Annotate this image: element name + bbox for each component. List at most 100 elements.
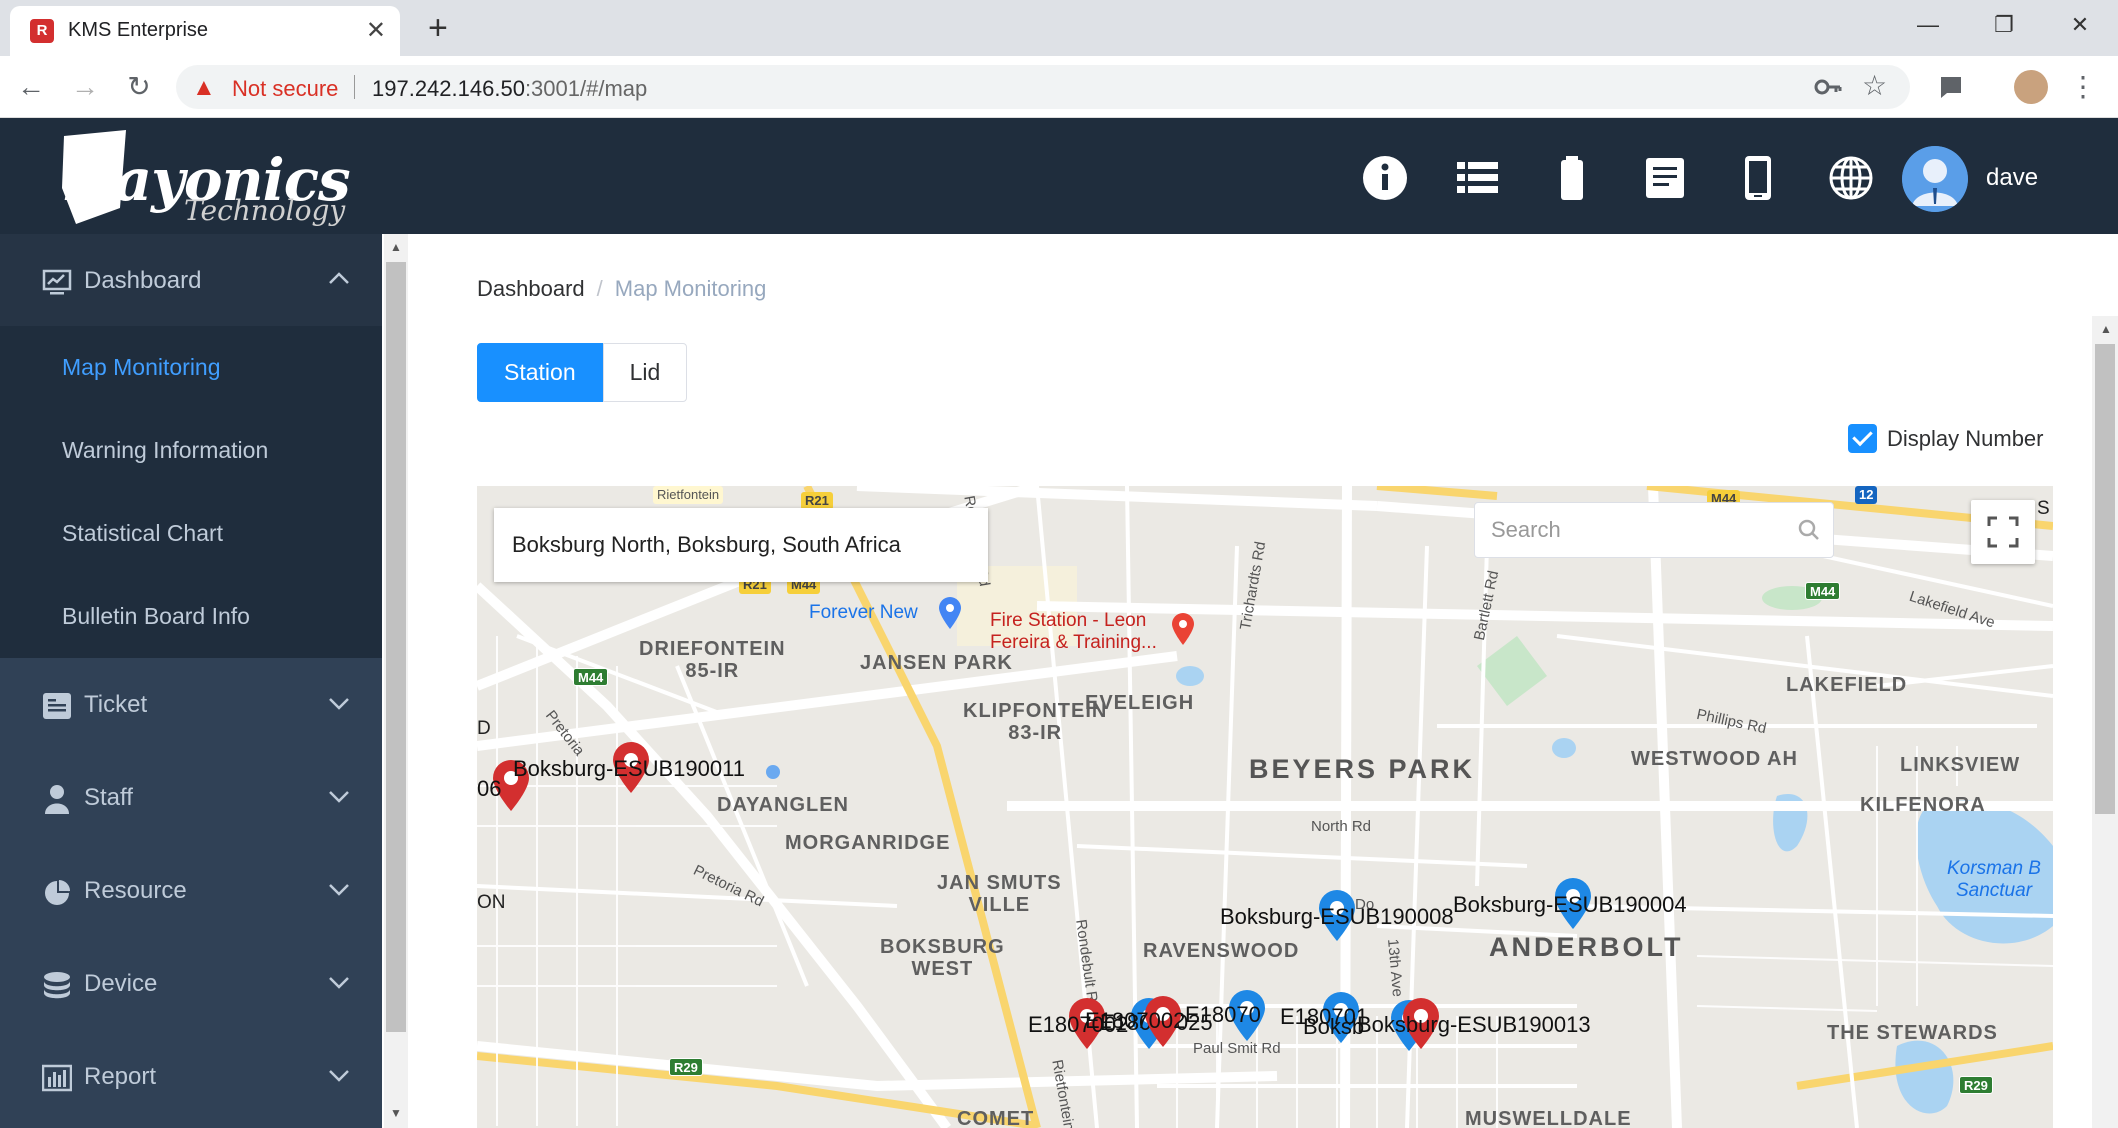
map-label-linksview: LINKSVIEW	[1900, 754, 2021, 776]
warning-icon: ▲	[192, 74, 216, 101]
url-text[interactable]: 197.242.146.50:3001/#/map	[372, 76, 647, 102]
search-box[interactable]	[1474, 502, 1834, 558]
user-avatar[interactable]	[1902, 146, 1968, 212]
logo[interactable]: Rayonics Technology	[58, 128, 358, 228]
display-number-checkbox[interactable]	[1848, 424, 1877, 453]
menu-label-report: Report	[84, 1063, 157, 1090]
chevron-down-icon	[326, 876, 352, 902]
sidebar-item-map-monitoring[interactable]: Map Monitoring	[0, 326, 382, 409]
user-name[interactable]: dave	[1986, 164, 2038, 192]
mobile-icon[interactable]	[1734, 154, 1782, 202]
address-bar[interactable]: ▲ Not secure 197.242.146.50:3001/#/map ☆	[176, 65, 1910, 109]
dashboard-icon	[42, 267, 72, 297]
favicon-icon: R	[30, 19, 54, 43]
main-scroll-thumb[interactable]	[2095, 344, 2115, 814]
menu-dots-icon[interactable]: ⋮	[2066, 70, 2100, 104]
sidebar-menu-resource[interactable]: Resource	[0, 844, 382, 936]
window-close-icon[interactable]: ✕	[2050, 8, 2110, 42]
search-icon[interactable]	[1797, 518, 1821, 542]
chevron-down-icon	[326, 690, 352, 716]
back-icon[interactable]: ←	[14, 70, 48, 104]
menu-label-dashboard: Dashboard	[84, 267, 202, 294]
sidebar-menu-report[interactable]: Report	[0, 1030, 382, 1122]
menu-label-device: Device	[84, 970, 158, 997]
map-label-rietfontein: Rietfontein	[653, 486, 724, 504]
restore-icon[interactable]: ❐	[1974, 8, 2034, 42]
map-label-lakefield: LAKEFIELD	[1786, 674, 1908, 696]
menu-label-ticket: Ticket	[84, 691, 148, 718]
battery-icon[interactable]	[1548, 154, 1596, 202]
document-icon[interactable]	[1641, 154, 1689, 202]
breadcrumb-home[interactable]: Dashboard	[477, 276, 585, 301]
logo-subtext: Technology	[184, 194, 346, 227]
staff-icon	[42, 784, 72, 814]
scroll-up-icon[interactable]: ▲	[2100, 322, 2112, 336]
route-shield: R29	[1959, 1076, 1993, 1094]
forward-icon[interactable]: →	[68, 70, 102, 104]
list-icon[interactable]	[1454, 154, 1502, 202]
poi-fire-station[interactable]: Fire Station - Leon Fereira & Training..…	[990, 610, 1157, 654]
breadcrumb-separator: /	[596, 276, 603, 301]
new-tab-icon[interactable]: +	[428, 10, 448, 46]
map-label-driefontein: DRIEFONTEIN 85-IR	[639, 638, 786, 682]
map-label-morganridge: MORGANRIDGE	[785, 832, 951, 854]
marker-label: Boksburg-ESUB190008	[1220, 904, 1454, 929]
main-scrollbar[interactable]: ▲	[2092, 316, 2118, 1128]
scroll-up-icon[interactable]: ▲	[390, 240, 402, 254]
shopping-pin-icon[interactable]	[937, 596, 963, 630]
sidebar-item-warning-information[interactable]: Warning Information	[0, 409, 382, 492]
sidebar-menu-staff[interactable]: Staff	[0, 751, 382, 843]
star-icon[interactable]: ☆	[1862, 69, 1887, 102]
chevron-down-icon	[326, 969, 352, 995]
browser-tabbar: R KMS Enterprise ✕ + — ❐ ✕	[0, 0, 2118, 56]
key-icon[interactable]	[1814, 73, 1842, 108]
breadcrumb-current: Map Monitoring	[614, 276, 767, 301]
marker-label: Boksburg-ESUB190004	[1453, 892, 1687, 917]
poi-forever-new[interactable]: Forever New	[809, 602, 918, 624]
browser-tab[interactable]: R KMS Enterprise ✕	[10, 6, 400, 56]
marker-label: E18070	[1185, 1002, 1261, 1027]
bar-chart-icon	[41, 1063, 73, 1093]
route-shield: 12	[1855, 486, 1878, 504]
map-label-kilfenora: KILFENORA	[1860, 794, 1986, 816]
chevron-down-icon	[326, 783, 352, 809]
breadcrumb: Dashboard / Map Monitoring	[477, 276, 766, 302]
sidebar-scroll-thumb[interactable]	[386, 262, 406, 1032]
fire-station-pin-icon[interactable]	[1170, 612, 1196, 646]
marker-label: E1807002	[1085, 1008, 1186, 1033]
sidebar-menu-device[interactable]: Device	[0, 937, 382, 1029]
location-text: Boksburg North, Boksburg, South Africa	[512, 532, 901, 557]
profile-avatar[interactable]	[2014, 70, 2048, 104]
app-header: Rayonics Technology dave	[0, 118, 2118, 234]
sidebar-menu-ticket[interactable]: Ticket	[0, 658, 382, 750]
menu-label-staff: Staff	[84, 784, 133, 811]
minimize-icon[interactable]: —	[1898, 8, 1958, 42]
sidebar-item-label: Map Monitoring	[62, 354, 221, 380]
search-input[interactable]	[1491, 515, 1781, 545]
marker-label: 06	[477, 776, 502, 801]
map-label-edge-on: ON	[477, 892, 506, 913]
map[interactable]: DRIEFONTEIN 85-IR JANSEN PARK KLIPFONTEI…	[477, 486, 2053, 1128]
info-icon[interactable]	[1361, 154, 1409, 202]
sidebar-menu-dashboard[interactable]: Dashboard	[0, 234, 382, 326]
map-label-edge-d: D	[477, 718, 491, 739]
scroll-down-icon[interactable]: ▼	[390, 1106, 402, 1120]
fullscreen-button[interactable]	[1971, 500, 2035, 564]
sidebar-item-statistical-chart[interactable]: Statistical Chart	[0, 492, 382, 575]
tab-close-icon[interactable]: ✕	[366, 16, 386, 46]
map-label-beyers-park: BEYERS PARK	[1249, 754, 1476, 784]
tab-station[interactable]: Station	[477, 343, 603, 402]
reload-icon[interactable]: ↻	[122, 70, 156, 104]
chevron-down-icon	[326, 1062, 352, 1088]
extension-icon[interactable]	[1934, 70, 1968, 104]
globe-icon[interactable]	[1827, 154, 1875, 202]
sidebar-item-bulletin-board-info[interactable]: Bulletin Board Info	[0, 575, 382, 658]
fullscreen-icon	[1987, 516, 2019, 548]
sidebar-scrollbar[interactable]: ▲ ▼	[384, 234, 408, 1128]
ticket-icon	[42, 691, 72, 721]
security-label[interactable]: Not secure	[232, 76, 338, 102]
map-label-westwood-ah: WESTWOOD AH	[1631, 748, 1798, 770]
pie-chart-icon	[42, 877, 72, 907]
tab-lid[interactable]: Lid	[602, 343, 688, 402]
sidebar-item-label: Bulletin Board Info	[62, 603, 250, 629]
